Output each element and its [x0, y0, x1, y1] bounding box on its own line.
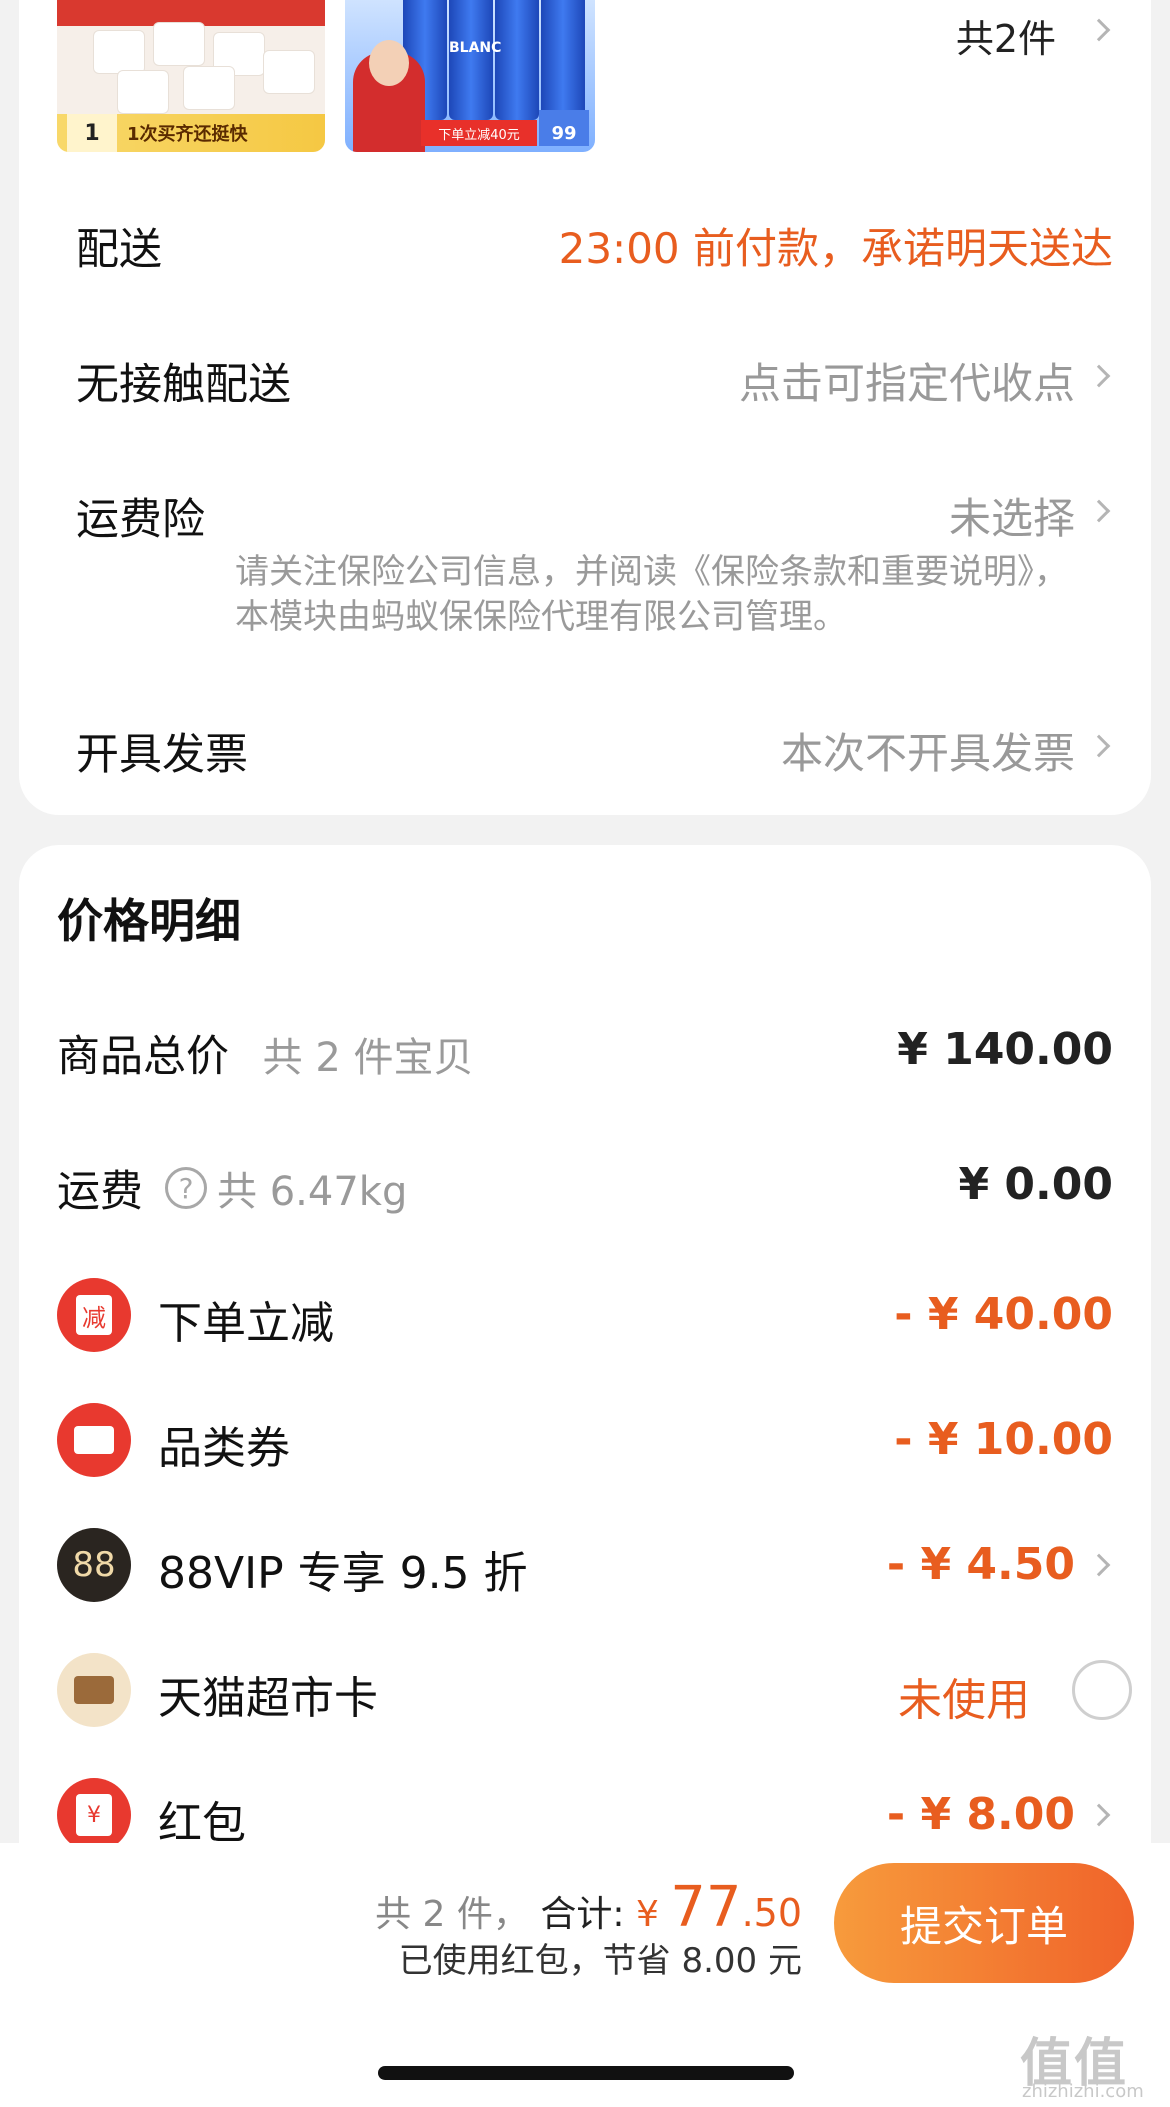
product-image-piece	[183, 66, 235, 110]
item-count[interactable]: 共2件	[956, 8, 1056, 63]
shipping-weight: 共 6.47kg	[217, 1169, 408, 1215]
contactless-label: 无接触配送	[76, 360, 291, 410]
checkout-bar: 共 2 件， 合计: ¥ 77.50 已使用红包，节省 8.00 元 提交订单 …	[0, 1843, 1170, 2107]
category-coupon-label: 品类券	[158, 1423, 290, 1474]
product-thumbnail-2[interactable]: BLANC 下单立减40元 99	[345, 0, 595, 152]
coupon-icon	[57, 1403, 131, 1477]
spokesperson-face	[369, 40, 409, 86]
contactless-value[interactable]: 点击可指定代收点	[739, 350, 1075, 411]
instant-discount-label: 下单立减	[158, 1298, 334, 1349]
category-coupon-value: - ¥ 10.00	[894, 1414, 1113, 1465]
reduce-icon: 减	[57, 1278, 131, 1352]
supermarket-card-radio[interactable]	[1072, 1660, 1132, 1720]
goods-total-label: 商品总价	[57, 1032, 229, 1082]
shipping-price: ¥ 0.00	[958, 1159, 1114, 1210]
invoice-label: 开具发票	[76, 730, 248, 780]
shipping-row: 运费 ? 共 6.47kg	[57, 1157, 407, 1219]
delivery-promise: 23:00 前付款，承诺明天送达	[558, 224, 1113, 273]
goods-total-row: 商品总价 共 2 件宝贝	[57, 1022, 474, 1084]
red-packet-icon: ¥	[57, 1778, 131, 1852]
product-can	[495, 0, 539, 120]
price-detail-title: 价格明细	[57, 894, 241, 948]
total-integer: 77	[670, 1875, 742, 1940]
product-image-piece	[263, 50, 315, 94]
order-info-card: 1 1次买齐还挺快 BLANC 下单立减40元 99 共2件 配送 23:00 …	[19, 0, 1151, 815]
delivery-label: 配送	[76, 225, 162, 275]
product-image-piece	[117, 70, 169, 114]
chevron-right-icon[interactable]	[1087, 499, 1111, 523]
insurance-note: 请关注保险公司信息，并阅读《保险条款和重要说明》，本模块由蚂蚁保保险代理有限公司…	[235, 552, 1068, 637]
product-image-piece	[153, 22, 205, 66]
total-decimal: .50	[741, 1891, 802, 1935]
watermark-url: zhizhizhi.com	[1022, 2081, 1144, 2102]
goods-total-count: 共 2 件宝贝	[262, 1035, 474, 1081]
can-brand: BLANC	[449, 40, 502, 56]
saved-note: 已使用红包，节省 8.00 元	[398, 1941, 802, 1981]
product-image-piece	[93, 30, 145, 74]
supermarket-card-icon	[57, 1653, 131, 1727]
chevron-right-icon[interactable]	[1087, 18, 1111, 42]
thumb-badge-text: 1次买齐还挺快	[127, 124, 248, 145]
shipping-insurance-label: 运费险	[76, 495, 205, 545]
product-thumbnail-1[interactable]: 1 1次买齐还挺快	[57, 0, 325, 152]
shipping-insurance-value[interactable]: 未选择	[949, 485, 1075, 546]
vip88-icon: 88	[57, 1528, 131, 1602]
total-item-count: 共 2 件，	[375, 1894, 529, 1935]
invoice-value[interactable]: 本次不开具发票	[781, 720, 1075, 781]
vip-discount-label: 88VIP 专享 9.5 折	[158, 1548, 528, 1599]
help-icon[interactable]: ?	[165, 1167, 207, 1209]
product-can	[449, 0, 493, 120]
thumb-badge: 1 1次买齐还挺快	[57, 114, 325, 152]
submit-order-button[interactable]: 提交订单	[834, 1863, 1134, 1983]
red-packet-label: 红包	[158, 1798, 246, 1849]
product-can	[541, 0, 585, 120]
order-total: 共 2 件， 合计: ¥ 77.50	[375, 1875, 802, 1940]
supermarket-card-label: 天猫超市卡	[158, 1673, 378, 1724]
instant-discount-value: - ¥ 40.00	[894, 1289, 1113, 1340]
yen-symbol: ¥	[635, 1894, 659, 1935]
chevron-right-icon[interactable]	[1087, 734, 1111, 758]
home-indicator[interactable]	[378, 2066, 794, 2080]
supermarket-card-status: 未使用	[898, 1675, 1030, 1726]
red-packet-value[interactable]: - ¥ 8.00	[887, 1789, 1075, 1840]
total-label: 合计:	[540, 1894, 625, 1935]
shipping-label: 运费	[57, 1167, 143, 1217]
thumb-qty: 1	[67, 114, 117, 152]
vip-discount-value[interactable]: - ¥ 4.50	[887, 1539, 1075, 1590]
thumb-promo: 下单立减40元	[421, 120, 537, 146]
thumb-price: 99	[539, 110, 589, 146]
chevron-right-icon[interactable]	[1087, 364, 1111, 388]
goods-total-price: ¥ 140.00	[897, 1024, 1113, 1075]
